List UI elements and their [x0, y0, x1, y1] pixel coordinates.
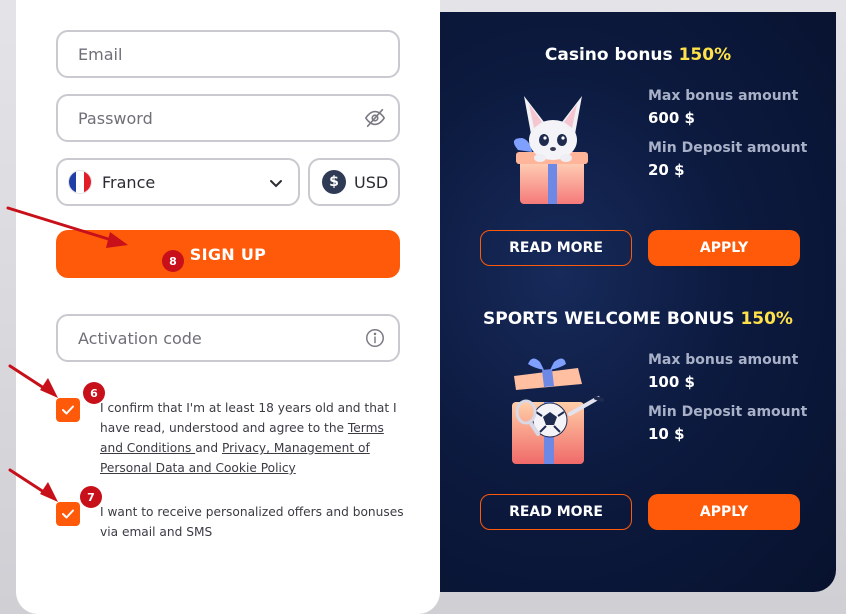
sports-min-label: Min Deposit amount [648, 404, 808, 420]
casino-apply-button[interactable]: APPLY [648, 230, 800, 266]
age-consent-checkbox[interactable] [56, 398, 80, 422]
sports-min-value: 10 $ [648, 425, 685, 443]
sports-bonus-title-text: SPORTS WELCOME BONUS [483, 309, 741, 329]
marketing-consent-checkbox[interactable] [56, 502, 80, 526]
activation-code-field[interactable]: Activation code [56, 314, 400, 362]
sports-apply-button[interactable]: APPLY [648, 494, 800, 530]
eye-off-icon[interactable] [364, 107, 386, 129]
checkmark-icon [62, 405, 74, 415]
bonus-panel: Casino bonus 150% Max bonus amount 600 $… [440, 12, 836, 592]
registration-form: Email Password France $ USD SIGN UP Acti… [16, 0, 440, 614]
casino-bonus-title-text: Casino bonus [544, 45, 679, 65]
sports-bonus-title: SPORTS WELCOME BONUS 150% [440, 309, 836, 329]
info-icon[interactable] [364, 327, 386, 349]
signup-label: SIGN UP [189, 244, 267, 264]
step-badge-8: 8 [162, 250, 184, 272]
casino-read-more-button[interactable]: READ MORE [480, 230, 632, 266]
currency-value: USD [354, 172, 389, 192]
age-consent-middle: and [195, 441, 222, 455]
casino-min-label: Min Deposit amount [648, 140, 808, 156]
casino-min-value: 20 $ [648, 161, 685, 179]
step-badge-7: 7 [80, 486, 102, 508]
sports-max-label: Max bonus amount [648, 352, 799, 368]
activation-placeholder: Activation code [78, 328, 202, 348]
sports-read-more-button[interactable]: READ MORE [480, 494, 632, 530]
currency-select[interactable]: $ USD [308, 158, 400, 206]
password-placeholder: Password [78, 108, 153, 128]
signup-button[interactable]: SIGN UP [56, 230, 400, 278]
france-flag-icon [68, 170, 92, 194]
age-consent-text: I confirm that I'm at least 18 years old… [100, 398, 404, 478]
country-select[interactable]: France [56, 158, 300, 206]
casino-max-label: Max bonus amount [648, 88, 799, 104]
casino-max-value: 600 $ [648, 109, 695, 127]
checkmark-icon [62, 509, 74, 519]
sports-bonus-percent: 150% [740, 309, 793, 329]
dollar-icon: $ [322, 170, 346, 194]
password-field[interactable]: Password [56, 94, 400, 142]
email-placeholder: Email [78, 44, 123, 64]
casino-bonus-percent: 150% [678, 45, 732, 65]
email-field[interactable]: Email [56, 30, 400, 78]
step-badge-6: 6 [83, 382, 105, 404]
sports-gift-illustration [512, 358, 604, 464]
fox-gift-illustration [513, 96, 588, 204]
chevron-down-icon [270, 180, 282, 188]
casino-bonus-title: Casino bonus 150% [440, 45, 836, 65]
country-value: France [102, 172, 156, 192]
marketing-consent-text: I want to receive personalized offers an… [100, 505, 404, 539]
sports-max-value: 100 $ [648, 373, 695, 391]
